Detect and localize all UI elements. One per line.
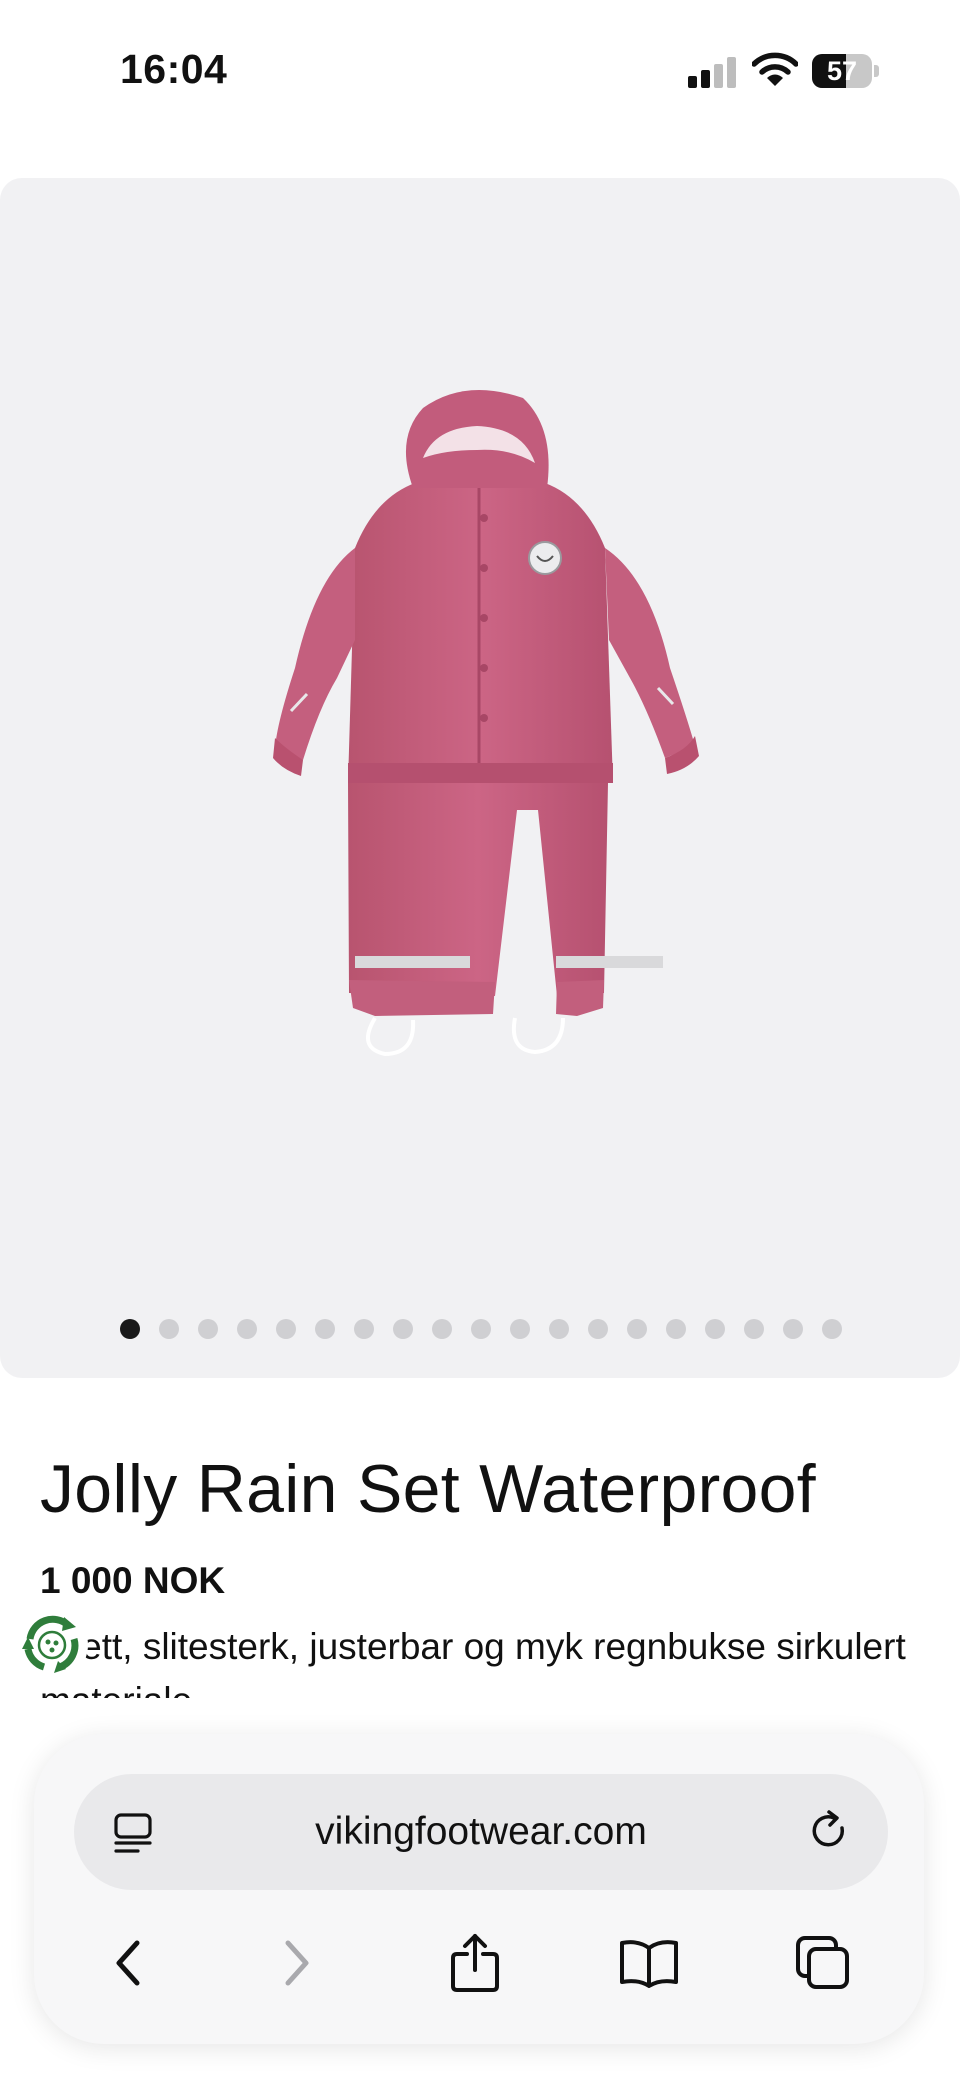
reader-mode-icon[interactable] <box>112 1812 154 1854</box>
product-title: Jolly Rain Set Waterproof <box>40 1451 816 1527</box>
product-description: ıntett, slitesterk, justerbar og myk reg… <box>40 1626 906 1698</box>
gallery-pagination[interactable] <box>120 1319 842 1341</box>
gallery-dot[interactable] <box>471 1319 491 1339</box>
bookmarks-button[interactable] <box>604 1918 694 2008</box>
tabs-button[interactable] <box>778 1918 868 2008</box>
gallery-dot[interactable] <box>393 1319 413 1339</box>
browser-toolbar: vikingfootwear.com <box>34 1734 924 2044</box>
forward-button[interactable] <box>252 1918 342 2008</box>
recycle-badge-icon[interactable] <box>16 1609 88 1681</box>
cellular-signal-icon <box>688 56 736 88</box>
gallery-dot[interactable] <box>783 1319 803 1339</box>
address-bar[interactable]: vikingfootwear.com <box>74 1774 888 1890</box>
battery-icon: 57 <box>812 54 880 90</box>
gallery-dot[interactable] <box>549 1319 569 1339</box>
product-price: 1 000 NOK <box>40 1560 226 1601</box>
gallery-dot[interactable] <box>276 1319 296 1339</box>
browser-nav-row <box>34 1918 924 2008</box>
status-time: 16:04 <box>120 46 228 92</box>
product-description-region: ıntett, slitesterk, justerbar og myk reg… <box>0 1620 960 1698</box>
gallery-dot[interactable] <box>315 1319 335 1339</box>
gallery-dot[interactable] <box>159 1319 179 1339</box>
book-icon <box>620 1940 678 1988</box>
gallery-dot[interactable] <box>237 1319 257 1339</box>
reload-icon[interactable] <box>806 1808 852 1854</box>
share-button[interactable] <box>430 1918 520 2008</box>
share-icon <box>451 1934 499 1992</box>
gallery-dot[interactable] <box>627 1319 647 1339</box>
chevron-left-icon <box>116 1940 140 1986</box>
product-image <box>273 390 699 1057</box>
battery-percent: 57 <box>826 56 858 86</box>
product-image-gallery[interactable] <box>0 178 960 1378</box>
gallery-dot[interactable] <box>705 1319 725 1339</box>
gallery-dot[interactable] <box>588 1319 608 1339</box>
status-bar: 16:04 57 <box>0 0 960 140</box>
gallery-dot[interactable] <box>198 1319 218 1339</box>
gallery-dot[interactable] <box>354 1319 374 1339</box>
gallery-dot[interactable] <box>510 1319 530 1339</box>
tabs-icon <box>796 1936 849 1989</box>
url-text[interactable]: vikingfootwear.com <box>174 1774 788 1890</box>
wifi-icon <box>752 52 798 86</box>
gallery-dot[interactable] <box>432 1319 452 1339</box>
gallery-dot[interactable] <box>744 1319 764 1339</box>
gallery-dot[interactable] <box>822 1319 842 1339</box>
gallery-dot[interactable] <box>120 1319 140 1339</box>
chevron-right-icon <box>285 1940 309 1986</box>
back-button[interactable] <box>83 1918 173 2008</box>
gallery-dot[interactable] <box>666 1319 686 1339</box>
